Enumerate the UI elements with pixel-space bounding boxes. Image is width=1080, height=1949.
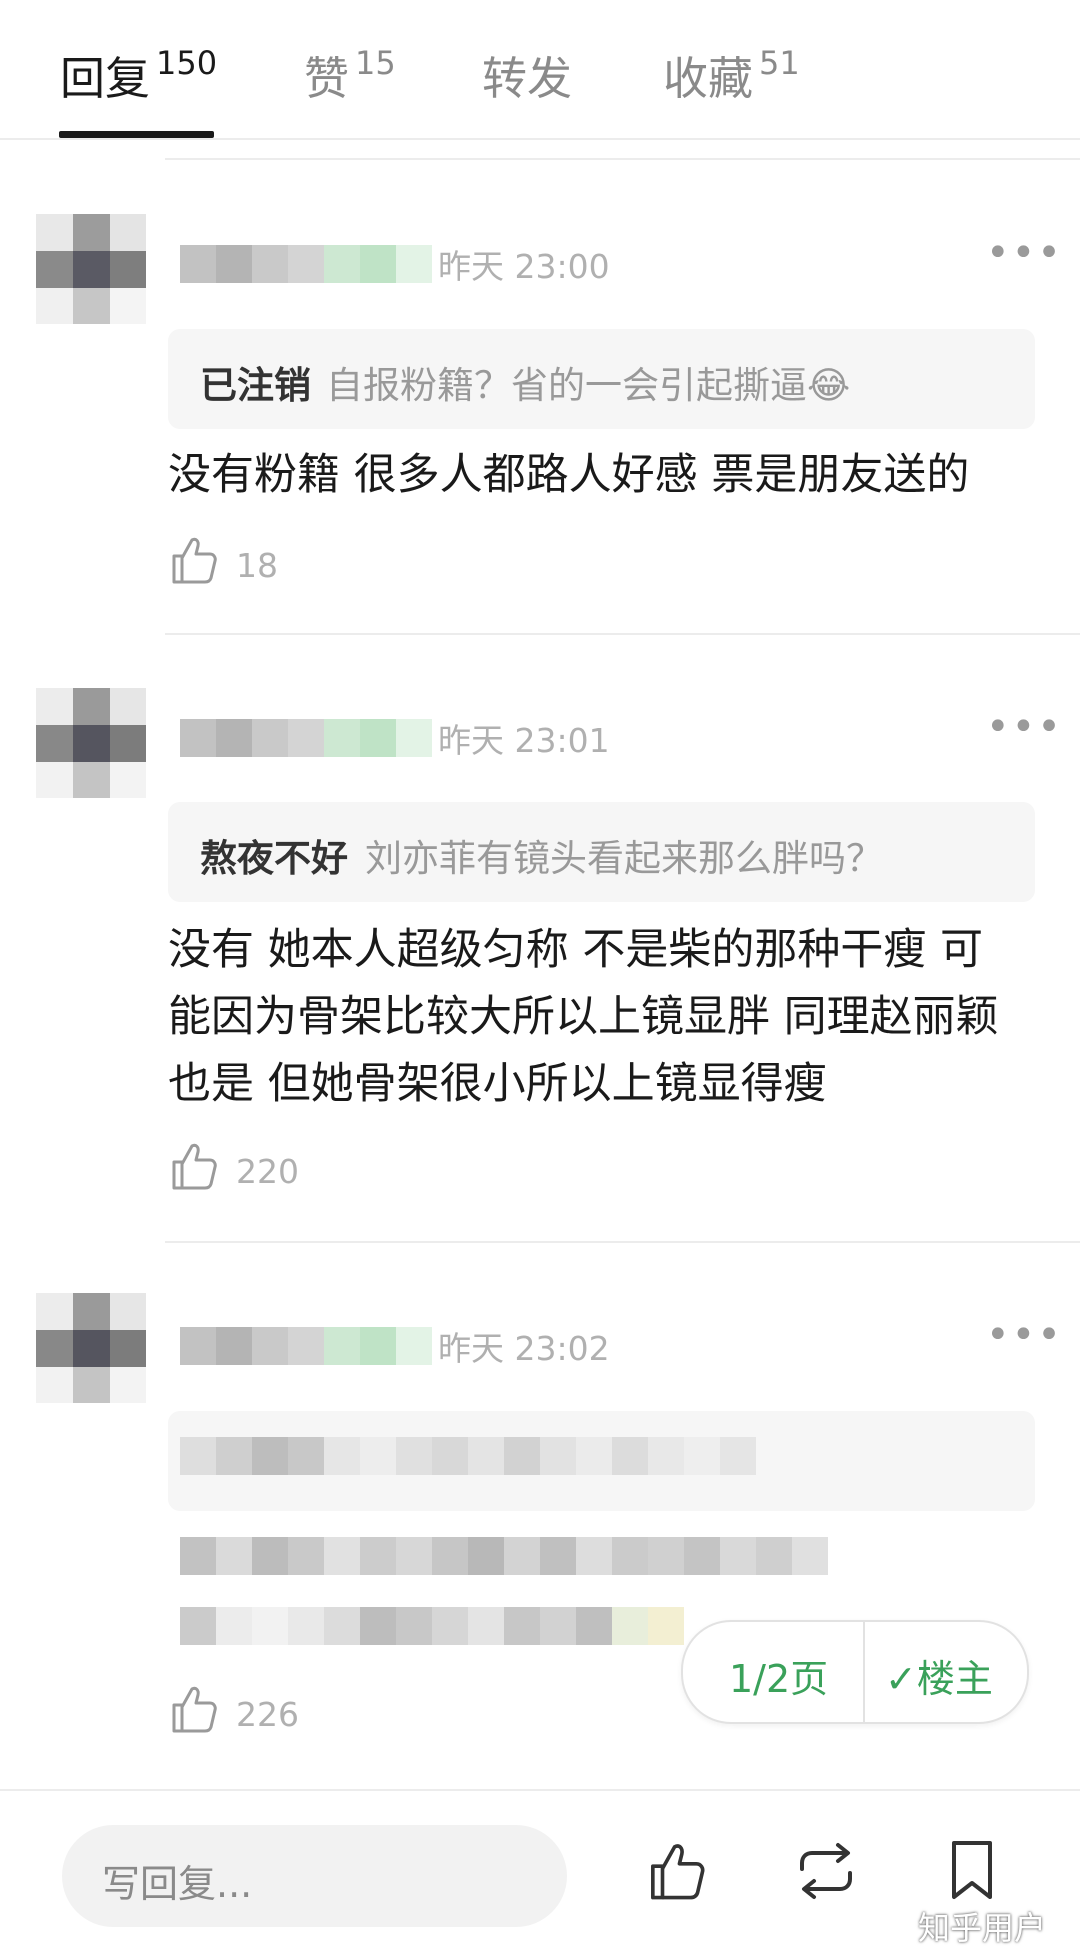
tab-favorites-count: 51 bbox=[759, 44, 800, 82]
avatar[interactable] bbox=[36, 1293, 146, 1403]
reply-placeholder: 写回复... bbox=[102, 1862, 253, 1906]
tab-favorites-label: 收藏 bbox=[663, 52, 754, 105]
tab-likes[interactable]: 赞 15 bbox=[304, 42, 396, 107]
reply-input[interactable]: 写回复... bbox=[62, 1825, 567, 1927]
repost-icon[interactable] bbox=[792, 1839, 860, 1903]
quote-author: 熬夜不好 bbox=[200, 837, 348, 880]
page-indicator-button[interactable]: 1/2页 bbox=[729, 1648, 828, 1703]
quote-text: 自报粉籍？省的一会引起撕逼😂 bbox=[326, 364, 851, 407]
tab-reposts-label: 转发 bbox=[482, 52, 573, 105]
comment-time: 昨天 23:01 bbox=[438, 721, 610, 760]
tab-replies-label: 回复 bbox=[60, 52, 151, 105]
quote-text: 刘亦菲有镜头看起来那么胖吗？ bbox=[365, 837, 883, 880]
quoted-reply-blurred[interactable] bbox=[168, 1411, 1035, 1511]
more-options-icon[interactable]: ••• bbox=[986, 1312, 1063, 1358]
more-options-icon[interactable]: ••• bbox=[986, 230, 1063, 276]
divider bbox=[165, 633, 1080, 635]
avatar[interactable] bbox=[36, 214, 146, 324]
comment-body-line: 能因为骨架比较大所以上镜显胖 同理赵丽颖 bbox=[168, 992, 999, 1042]
comment-body-line: 没有 她本人超级匀称 不是柴的那种干瘦 可 bbox=[168, 925, 984, 975]
like-count: 18 bbox=[236, 546, 278, 585]
watermark: 知乎用户 bbox=[918, 1909, 1047, 1947]
check-icon: ✓ bbox=[885, 1657, 917, 1701]
quoted-reply[interactable]: 熬夜不好 刘亦菲有镜头看起来那么胖吗？ bbox=[168, 802, 1035, 902]
page-jump-control: 1/2页 ✓楼主 bbox=[681, 1620, 1029, 1724]
thumbs-up-icon bbox=[172, 1686, 217, 1733]
tab-replies[interactable]: 回复 150 bbox=[60, 42, 217, 107]
tab-replies-count: 150 bbox=[156, 44, 218, 82]
tab-reposts[interactable]: 转发 bbox=[482, 42, 572, 107]
username-blurred[interactable] bbox=[180, 245, 432, 283]
quote-author: 已注销 bbox=[200, 364, 311, 407]
tab-likes-label: 赞 bbox=[304, 52, 350, 105]
like-count: 220 bbox=[236, 1152, 299, 1191]
thumbs-up-icon bbox=[172, 537, 217, 584]
divider bbox=[165, 1241, 1080, 1243]
username-blurred[interactable] bbox=[180, 1327, 432, 1365]
op-only-toggle[interactable]: ✓楼主 bbox=[885, 1648, 993, 1703]
tab-bar: 回复 150 赞 15 转发 收藏 51 bbox=[0, 0, 1080, 140]
op-only-label: 楼主 bbox=[916, 1657, 993, 1701]
comment-body: 没有粉籍 很多人都路人好感 票是朋友送的 bbox=[168, 450, 970, 500]
avatar[interactable] bbox=[36, 688, 146, 798]
tab-likes-count: 15 bbox=[355, 44, 396, 82]
comment-body: 没有 她本人超级匀称 不是柴的那种干瘦 可 能因为骨架比较大所以上镜显胖 同理赵… bbox=[168, 917, 1048, 1118]
bookmark-icon[interactable] bbox=[948, 1839, 996, 1903]
comment-time: 昨天 23:02 bbox=[438, 1329, 610, 1368]
comment-time: 昨天 23:00 bbox=[438, 247, 610, 286]
divider bbox=[165, 158, 1080, 160]
username-blurred[interactable] bbox=[180, 719, 432, 757]
comment-body-blurred bbox=[180, 1537, 880, 1575]
tab-favorites[interactable]: 收藏 51 bbox=[663, 42, 800, 107]
more-options-icon[interactable]: ••• bbox=[986, 704, 1063, 750]
thumbs-up-icon bbox=[172, 1143, 217, 1190]
active-tab-indicator bbox=[59, 131, 214, 138]
like-count: 226 bbox=[236, 1695, 299, 1734]
quoted-reply[interactable]: 已注销 自报粉籍？省的一会引起撕逼😂 bbox=[168, 329, 1035, 429]
pager-separator bbox=[863, 1622, 865, 1722]
like-icon[interactable] bbox=[648, 1839, 706, 1903]
comment-body-line: 也是 但她骨架很小所以上镜显得瘦 bbox=[168, 1059, 827, 1109]
